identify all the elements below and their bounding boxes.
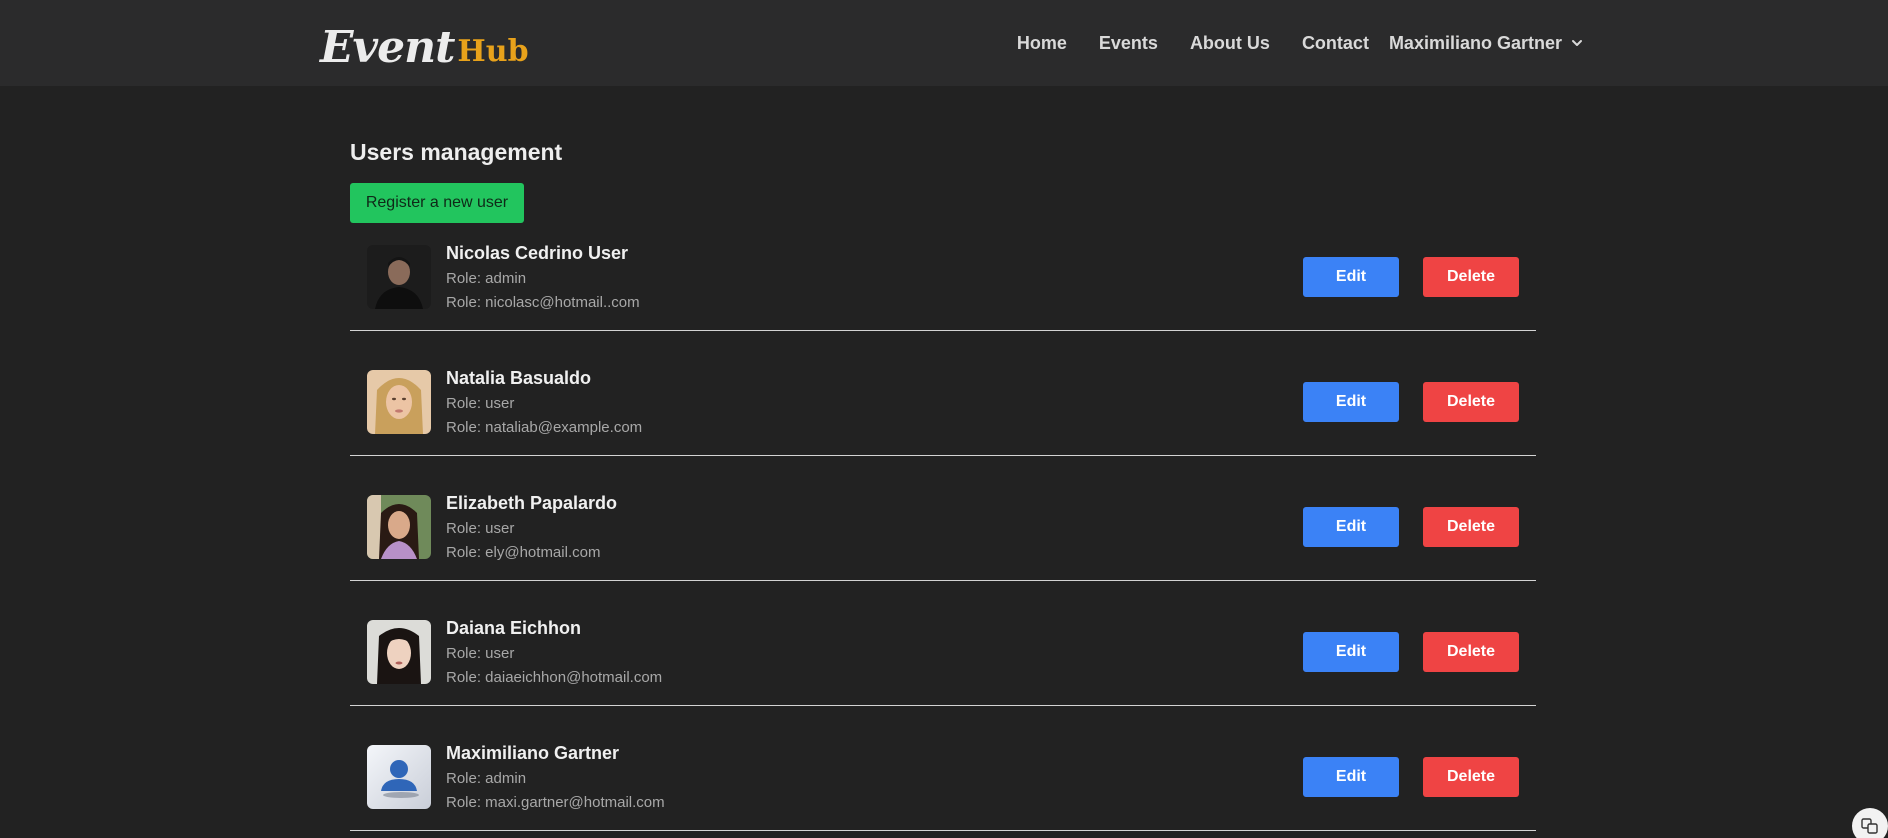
logo-text-hub: Hub (457, 34, 529, 69)
user-name: Maximiliano Gartner (446, 743, 620, 763)
nav-link-events[interactable]: Events (1099, 33, 1158, 54)
user-email: Role: ely@hotmail.com (446, 544, 601, 561)
user-email: Role: nataliab@example.com (446, 419, 643, 436)
user-menu-dropdown[interactable]: Maximiliano Gartner (1389, 33, 1584, 54)
edit-user-button[interactable]: Edit (1303, 757, 1399, 797)
user-role: Role: admin (446, 270, 527, 287)
user-name: Elizabeth Papalardo (446, 493, 618, 513)
user-avatar (367, 370, 431, 434)
delete-user-button[interactable]: Delete (1423, 507, 1519, 547)
user-menu-name: Maximiliano Gartner (1388, 32, 1562, 53)
edit-user-button[interactable]: Edit (1303, 257, 1399, 297)
nav-link-contact[interactable]: Contact (1302, 33, 1369, 54)
user-name: Natalia Basualdo (446, 368, 592, 388)
navbar: Event Hub Home Events About Us Contact M… (0, 0, 1888, 86)
edit-user-button[interactable]: Edit (1303, 507, 1399, 547)
user-role: Role: admin (446, 770, 527, 787)
eventhub-logo[interactable]: Event Hub (320, 18, 529, 70)
user-row: Daiana Eichhon Role: user Role: daiaeich… (350, 581, 1536, 706)
user-email: Role: maxi.gartner@hotmail.com (446, 794, 665, 811)
user-name: Nicolas Cedrino User (446, 243, 629, 263)
user-avatar (367, 245, 431, 309)
delete-user-button[interactable]: Delete (1423, 757, 1519, 797)
nav-links: Home Events About Us Contact Maximiliano… (985, 0, 1584, 86)
user-row: Maximiliano Gartner Role: admin Role: ma… (350, 706, 1536, 831)
nav-link-about-us[interactable]: About Us (1190, 33, 1270, 54)
delete-user-button[interactable]: Delete (1423, 382, 1519, 422)
translate-icon (1861, 818, 1878, 834)
page-title: Users management (350, 139, 563, 165)
user-email: Role: daiaeichhon@hotmail.com (446, 669, 663, 686)
user-role: Role: user (446, 520, 515, 537)
user-row: Elizabeth Papalardo Role: user Role: ely… (350, 456, 1536, 581)
chevron-down-icon (1572, 40, 1582, 46)
edit-user-button[interactable]: Edit (1303, 632, 1399, 672)
user-role: Role: user (446, 645, 515, 662)
user-avatar (367, 620, 431, 684)
delete-user-button[interactable]: Delete (1423, 632, 1519, 672)
nav-link-home[interactable]: Home (1017, 33, 1067, 54)
user-role: Role: user (446, 395, 515, 412)
translate-button[interactable] (1852, 808, 1888, 838)
user-avatar (367, 495, 431, 559)
user-name: Daiana Eichhon (446, 618, 582, 638)
user-row: Nicolas Cedrino User Role: admin Role: n… (350, 206, 1536, 331)
default-user-icon (367, 745, 431, 809)
user-email: Role: nicolasc@hotmail..com (446, 294, 640, 311)
logo-text-event: Event (320, 22, 455, 73)
edit-user-button[interactable]: Edit (1303, 382, 1399, 422)
delete-user-button[interactable]: Delete (1423, 257, 1519, 297)
user-row: Natalia Basualdo Role: user Role: natali… (350, 331, 1536, 456)
